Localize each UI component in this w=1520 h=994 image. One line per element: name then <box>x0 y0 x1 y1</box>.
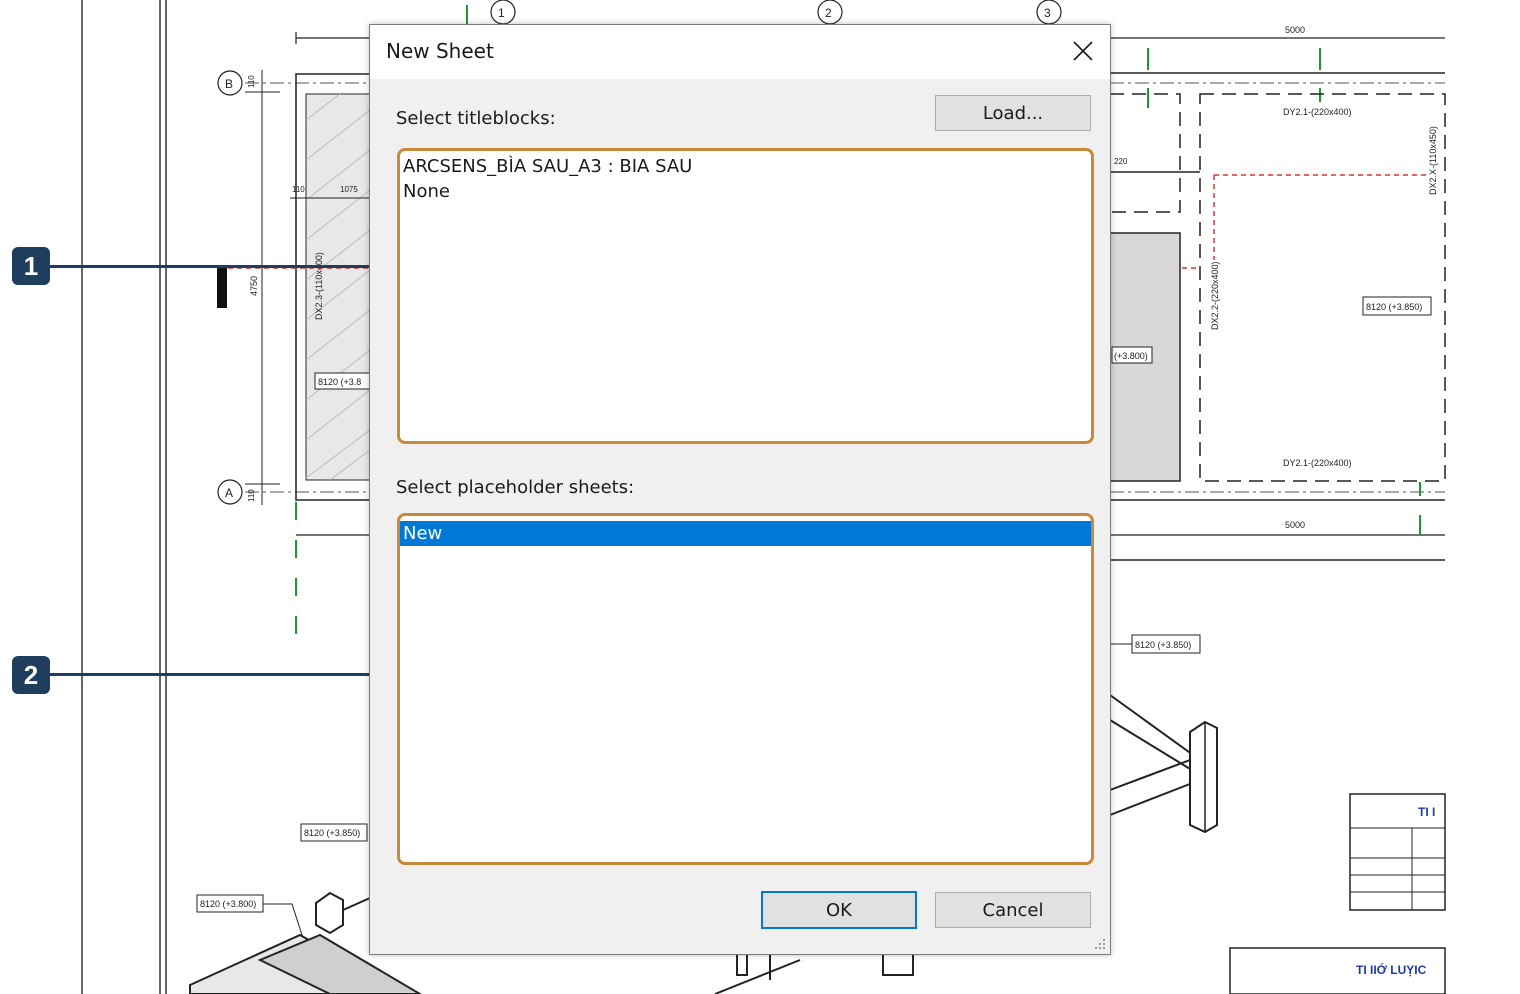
close-button[interactable] <box>1064 33 1102 69</box>
svg-text:8120 (+3.850): 8120 (+3.850) <box>1366 302 1422 312</box>
dialog-title: New Sheet <box>386 39 494 63</box>
svg-text:110: 110 <box>247 75 256 88</box>
placeholder-sheets-label: Select placeholder sheets: <box>396 477 635 498</box>
svg-text:220: 220 <box>1114 157 1128 166</box>
placeholder-sheets-listbox[interactable]: New <box>397 513 1094 865</box>
grid-bubble-1: 1 <box>490 0 516 25</box>
svg-text:5000: 5000 <box>1285 25 1305 35</box>
svg-text:TI IIỚ LUỴIC: TI IIỚ LUỴIC <box>1356 962 1427 977</box>
svg-text:8120 (+3.850): 8120 (+3.850) <box>304 828 360 838</box>
svg-text:TI I: TI I <box>1418 805 1435 819</box>
close-icon <box>1073 41 1093 61</box>
svg-text:110: 110 <box>247 489 256 502</box>
svg-text:DX2.2-(220x400): DX2.2-(220x400) <box>1210 261 1220 330</box>
callout-badge-2: 2 <box>12 656 50 694</box>
svg-text:B: B <box>225 77 233 91</box>
dialog-titlebar[interactable]: New Sheet <box>370 25 1110 79</box>
svg-text:(+3.800): (+3.800) <box>1114 351 1148 361</box>
load-button[interactable]: Load... <box>935 95 1091 131</box>
svg-text:8120 (+3.800): 8120 (+3.800) <box>200 899 256 909</box>
grid-bubble-3: 3 <box>1036 0 1062 25</box>
cancel-button[interactable]: Cancel <box>935 892 1091 928</box>
titleblock-item[interactable]: ARCSENS_BÌA SAU_A3 : BIA SAU <box>400 154 1091 179</box>
svg-text:DY2.1-(220x400): DY2.1-(220x400) <box>1283 107 1352 117</box>
svg-text:DX2.3-(110x400): DX2.3-(110x400) <box>314 252 324 320</box>
svg-text:5000: 5000 <box>1285 520 1305 530</box>
svg-text:4750: 4750 <box>249 276 259 296</box>
callout-line-1 <box>50 265 380 268</box>
svg-text:1075: 1075 <box>340 185 358 194</box>
grid-bubble-2: 2 <box>817 0 843 25</box>
svg-text:8120 (+3.850): 8120 (+3.850) <box>1135 640 1191 650</box>
placeholder-item[interactable]: New <box>400 521 1091 546</box>
svg-text:1: 1 <box>498 6 505 20</box>
titleblocks-listbox[interactable]: ARCSENS_BÌA SAU_A3 : BIA SAU None <box>397 148 1094 444</box>
svg-text:3: 3 <box>1044 6 1051 20</box>
grid-bubble-a: A <box>217 479 243 505</box>
callout-line-2 <box>50 673 380 676</box>
new-sheet-dialog: New Sheet Select titleblocks: Load... AR… <box>369 24 1111 955</box>
svg-text:A: A <box>225 486 233 500</box>
titleblocks-label: Select titleblocks: <box>396 108 556 129</box>
svg-text:110: 110 <box>292 185 305 194</box>
grid-bubble-b: B <box>217 70 243 96</box>
ok-button[interactable]: OK <box>761 891 917 929</box>
resize-grip-icon[interactable] <box>1093 937 1107 951</box>
titleblock-item[interactable]: None <box>400 179 1091 204</box>
svg-text:8120 (+3.8: 8120 (+3.8 <box>318 377 361 387</box>
callout-badge-1: 1 <box>12 247 50 285</box>
svg-text:2: 2 <box>825 6 832 20</box>
svg-text:DX2.X-(110x450): DX2.X-(110x450) <box>1428 126 1438 195</box>
svg-text:DY2.1-(220x400): DY2.1-(220x400) <box>1283 458 1352 468</box>
